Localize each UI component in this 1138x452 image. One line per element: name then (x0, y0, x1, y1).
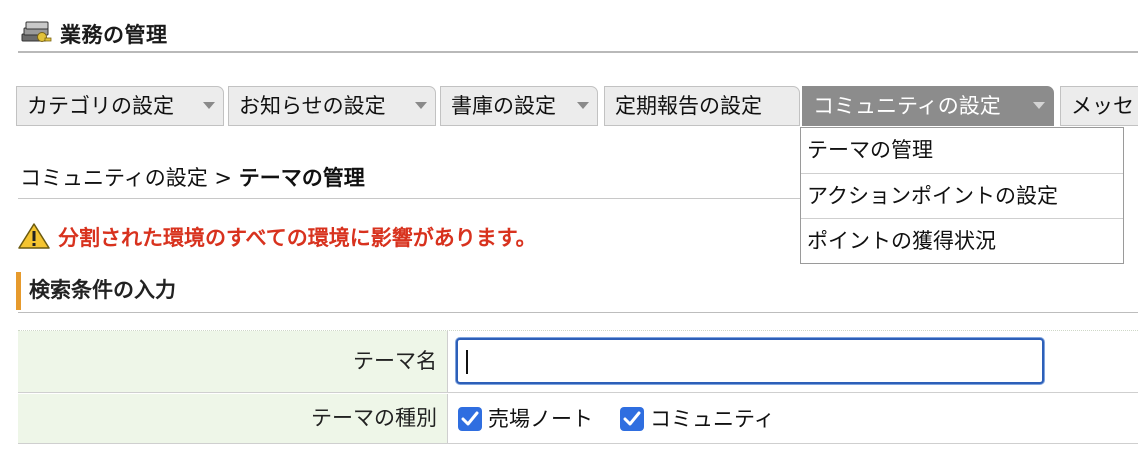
community-settings-dropdown: テーマの管理 アクションポイントの設定 ポイントの獲得状況 (800, 127, 1124, 264)
form-row-theme-name: テーマ名 (18, 330, 1138, 393)
menu-item-action-point-settings[interactable]: アクションポイントの設定 (801, 173, 1123, 218)
menu-item-point-acquisition-status[interactable]: ポイントの獲得状況 (801, 218, 1123, 263)
page-header: 業務の管理 (18, 14, 1138, 54)
breadcrumb: コミュニティの設定 > テーマの管理 (20, 162, 365, 192)
text-cursor (466, 350, 468, 374)
tab-periodic-report-settings[interactable]: 定期報告の設定 (604, 86, 800, 126)
checkbox-checked-icon[interactable] (620, 407, 644, 431)
breadcrumb-divider (18, 198, 800, 199)
breadcrumb-parent[interactable]: コミュニティの設定 (20, 166, 208, 190)
tab-message[interactable]: メッセ (1060, 86, 1138, 126)
tab-label: コミュニティの設定 (813, 94, 1001, 118)
book-stack-icon (21, 21, 52, 42)
theme-type-label: テーマの種別 (18, 394, 448, 443)
checkbox-label: コミュニティ (650, 407, 775, 431)
tab-label: 定期報告の設定 (615, 94, 762, 118)
page-title: 業務の管理 (60, 23, 168, 47)
checkbox-label: 売場ノート (488, 407, 593, 431)
section-title: 検索条件の入力 (16, 272, 176, 310)
caret-down-icon (415, 102, 427, 109)
tab-library-settings[interactable]: 書庫の設定 (440, 86, 598, 126)
tab-notice-settings[interactable]: お知らせの設定 (228, 86, 436, 126)
caret-down-icon (577, 102, 589, 109)
tab-label: お知らせの設定 (239, 94, 386, 118)
tab-label: メッセ (1071, 94, 1134, 118)
header-divider (18, 51, 1138, 53)
tab-label: カテゴリの設定 (27, 94, 174, 118)
section-divider (18, 312, 1138, 313)
tab-label: 書庫の設定 (451, 94, 556, 118)
theme-name-input[interactable] (456, 338, 1044, 384)
breadcrumb-separator: > (207, 166, 239, 190)
caret-down-icon (1033, 102, 1045, 109)
checkbox-sales-floor-note[interactable]: 売場ノート (458, 404, 608, 434)
form-row-theme-type: テーマの種別 売場ノート コミュニティ (18, 394, 1138, 444)
warning-text: 分割された環境のすべての環境に影響があります。 (58, 226, 537, 250)
breadcrumb-current: テーマの管理 (238, 166, 365, 190)
theme-name-label: テーマ名 (18, 331, 448, 392)
tab-category-settings[interactable]: カテゴリの設定 (16, 86, 224, 126)
checkbox-community[interactable]: コミュニティ (620, 404, 800, 434)
checkbox-checked-icon[interactable] (458, 407, 482, 431)
tab-bar: カテゴリの設定 お知らせの設定 書庫の設定 定期報告の設定 コミュニティの設定 … (16, 86, 1138, 128)
warning-triangle-icon (18, 223, 50, 249)
menu-item-theme-management[interactable]: テーマの管理 (801, 128, 1123, 173)
caret-down-icon (203, 102, 215, 109)
tab-community-settings[interactable]: コミュニティの設定 (802, 86, 1054, 126)
